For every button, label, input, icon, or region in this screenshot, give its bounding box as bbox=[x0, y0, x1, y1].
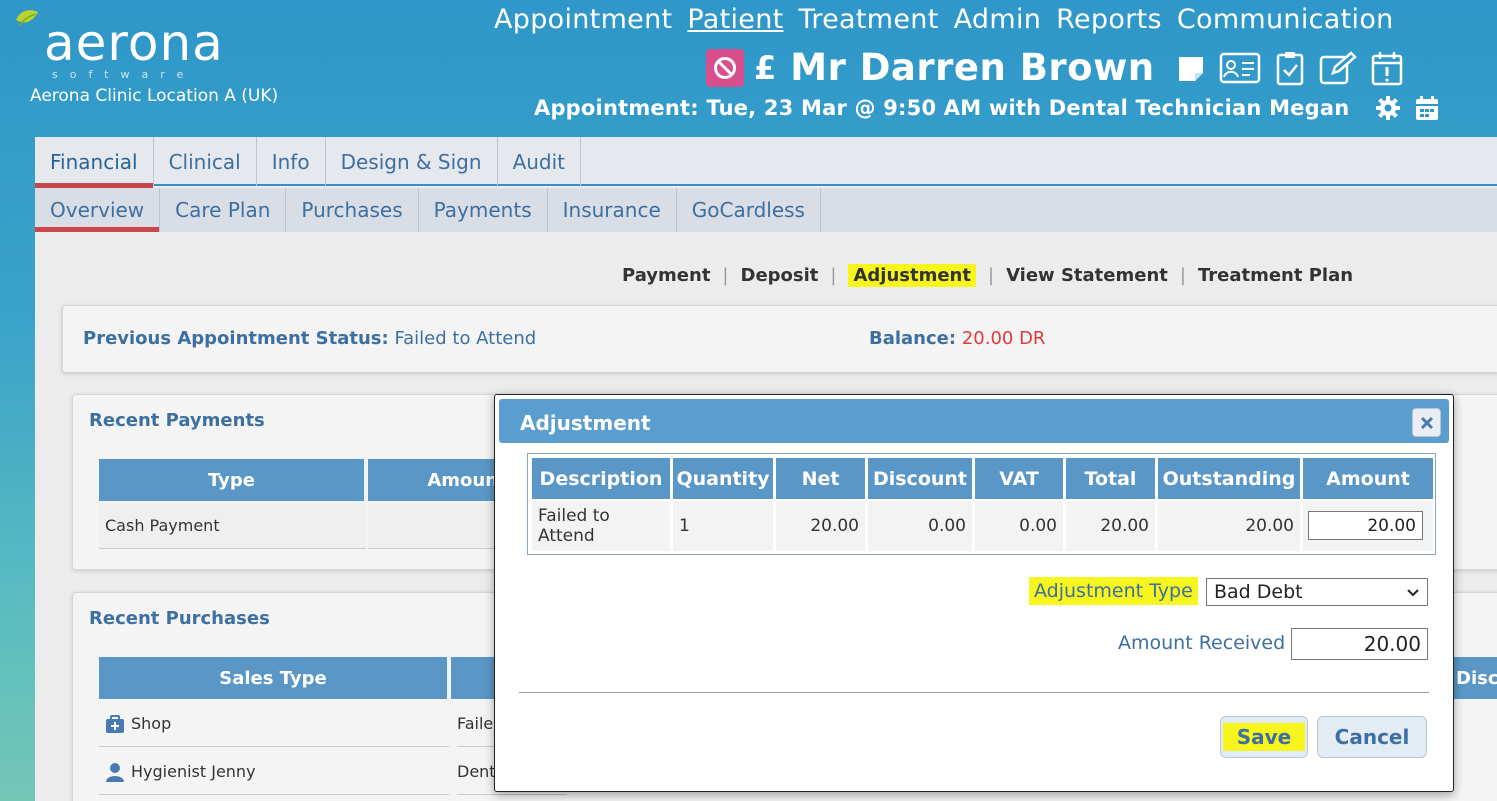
dialog-title: Adjustment bbox=[520, 411, 651, 435]
previous-status-value: Failed to Attend bbox=[394, 328, 537, 349]
tab-info[interactable]: Info bbox=[257, 137, 326, 186]
separator: | bbox=[1179, 265, 1186, 286]
column-header-discount[interactable]: Disco bbox=[1452, 657, 1497, 699]
tab-payments[interactable]: Payments bbox=[419, 188, 548, 232]
discount-cell: 0.00 bbox=[868, 501, 972, 551]
sales-type-label: Shop bbox=[131, 714, 172, 733]
edit-icon[interactable] bbox=[1319, 50, 1357, 85]
calendar-alert-icon[interactable] bbox=[1371, 50, 1403, 86]
separator: | bbox=[830, 265, 837, 286]
tab-care-plan[interactable]: Care Plan bbox=[160, 188, 287, 232]
adjustment-type-select[interactable]: Bad Debt bbox=[1206, 578, 1428, 606]
treatment-plan-link[interactable]: Treatment Plan bbox=[1198, 265, 1353, 286]
net-cell: 20.00 bbox=[776, 501, 865, 551]
recent-purchases-title: Recent Purchases bbox=[89, 608, 270, 629]
column-header-discount[interactable]: Discount bbox=[868, 458, 972, 499]
tab-clinical[interactable]: Clinical bbox=[154, 137, 257, 186]
separator: | bbox=[722, 265, 729, 286]
deposit-link[interactable]: Deposit bbox=[741, 265, 819, 286]
vat-cell: 0.00 bbox=[975, 501, 1063, 551]
leaf-icon bbox=[16, 10, 38, 27]
balance: Balance: 20.00 DR bbox=[869, 328, 1045, 349]
nav-appointment[interactable]: Appointment bbox=[494, 4, 672, 35]
separator: | bbox=[987, 265, 995, 286]
sales-type-label: Hygienist Jenny bbox=[131, 762, 256, 781]
close-button[interactable] bbox=[1412, 408, 1441, 437]
tab-design-sign[interactable]: Design & Sign bbox=[326, 137, 498, 186]
previous-status-label: Previous Appointment Status: bbox=[83, 328, 389, 349]
aerona-logo[interactable]: aerona software bbox=[14, 6, 264, 86]
cancel-button[interactable]: Cancel bbox=[1317, 716, 1427, 758]
patient-header: £ Mr Darren Brown bbox=[706, 46, 1403, 89]
save-label: Save bbox=[1222, 723, 1306, 751]
tab-insurance[interactable]: Insurance bbox=[548, 188, 677, 232]
amount-received-input[interactable] bbox=[1291, 628, 1428, 660]
status-summary: Previous Appointment Status: Failed to A… bbox=[62, 305, 1497, 373]
tab-audit[interactable]: Audit bbox=[498, 137, 582, 186]
quantity-cell: 1 bbox=[673, 501, 773, 551]
logo-subtitle: software bbox=[52, 68, 196, 81]
divider bbox=[519, 692, 1429, 693]
payment-link[interactable]: Payment bbox=[622, 265, 710, 286]
logo-text: aerona bbox=[44, 14, 224, 72]
total-cell: 20.00 bbox=[1066, 501, 1155, 551]
patient-name: Mr Darren Brown bbox=[790, 46, 1155, 89]
purchase-row-hygienist[interactable]: Hygienist Jenny bbox=[99, 749, 449, 795]
close-icon bbox=[1420, 416, 1433, 429]
id-card-icon[interactable] bbox=[1219, 52, 1261, 84]
column-header-vat[interactable]: VAT bbox=[975, 458, 1063, 499]
amount-received-label: Amount Received bbox=[1118, 632, 1286, 654]
previous-appointment-status: Previous Appointment Status: Failed to A… bbox=[83, 328, 536, 349]
adjustment-type-label: Adjustment Type bbox=[1029, 577, 1198, 605]
column-header-outstanding[interactable]: Outstanding bbox=[1158, 458, 1300, 499]
dialog-header[interactable]: Adjustment bbox=[499, 399, 1449, 443]
gear-icon[interactable] bbox=[1375, 95, 1401, 121]
adjustment-dialog: Adjustment Description Quantity Net Disc… bbox=[494, 394, 1454, 792]
medkit-icon bbox=[106, 714, 124, 733]
calendar-icon[interactable] bbox=[1415, 95, 1439, 121]
column-header-type[interactable]: Type bbox=[99, 459, 366, 501]
description-cell: Failed to Attend bbox=[532, 501, 670, 551]
clinic-location[interactable]: Aerona Clinic Location A (UK) bbox=[30, 86, 278, 106]
nav-treatment[interactable]: Treatment bbox=[799, 4, 939, 35]
outstanding-cell: 20.00 bbox=[1158, 501, 1300, 551]
top-navigation: Appointment Patient Treatment Admin Repo… bbox=[494, 4, 1394, 35]
person-icon bbox=[106, 762, 124, 782]
column-header-description[interactable]: Description bbox=[532, 458, 670, 499]
tab-gocardless[interactable]: GoCardless bbox=[677, 188, 821, 232]
nav-reports[interactable]: Reports bbox=[1056, 4, 1162, 35]
amount-input[interactable] bbox=[1308, 511, 1423, 540]
tab-financial[interactable]: Financial bbox=[35, 137, 154, 188]
adjustment-type-value: Bad Debt bbox=[1214, 581, 1303, 603]
appointment-header: Appointment: Tue, 23 Mar @ 9:50 AM with … bbox=[534, 95, 1439, 121]
column-header-total[interactable]: Total bbox=[1066, 458, 1155, 499]
view-statement-link[interactable]: View Statement bbox=[1006, 265, 1168, 286]
recent-payments-title: Recent Payments bbox=[89, 410, 265, 431]
sticky-note-icon[interactable] bbox=[1177, 53, 1205, 83]
balance-label: Balance: bbox=[869, 328, 957, 349]
purchase-row-shop[interactable]: Shop bbox=[99, 701, 449, 747]
action-links: Payment | Deposit | Adjustment | View St… bbox=[622, 264, 1353, 287]
tab-purchases[interactable]: Purchases bbox=[286, 188, 419, 232]
tab-overview[interactable]: Overview bbox=[35, 188, 161, 232]
column-header-net[interactable]: Net bbox=[776, 458, 865, 499]
column-header-amount[interactable]: Amount bbox=[1303, 458, 1433, 499]
primary-tabs: Financial Clinical Info Design & Sign Au… bbox=[35, 137, 1497, 188]
pound-icon[interactable]: £ bbox=[754, 49, 776, 87]
adjustment-link[interactable]: Adjustment bbox=[848, 264, 976, 287]
save-button[interactable]: Save bbox=[1220, 716, 1308, 758]
nav-patient[interactable]: Patient bbox=[687, 4, 783, 35]
chevron-down-icon bbox=[1407, 589, 1419, 597]
column-header-sales-type[interactable]: Sales Type bbox=[99, 657, 449, 699]
appointment-text: Appointment: Tue, 23 Mar @ 9:50 AM with … bbox=[534, 96, 1350, 120]
balance-value: 20.00 DR bbox=[961, 328, 1046, 349]
nav-admin[interactable]: Admin bbox=[954, 4, 1042, 35]
clipboard-check-icon[interactable] bbox=[1275, 50, 1305, 86]
adjustment-table: Description Quantity Net Discount VAT To… bbox=[527, 453, 1436, 555]
nav-communication[interactable]: Communication bbox=[1177, 4, 1394, 35]
no-entry-icon[interactable] bbox=[706, 48, 744, 87]
secondary-tabs: Overview Care Plan Purchases Payments In… bbox=[35, 188, 1497, 232]
column-header-quantity[interactable]: Quantity bbox=[673, 458, 773, 499]
payment-type-cell: Cash Payment bbox=[99, 503, 366, 549]
